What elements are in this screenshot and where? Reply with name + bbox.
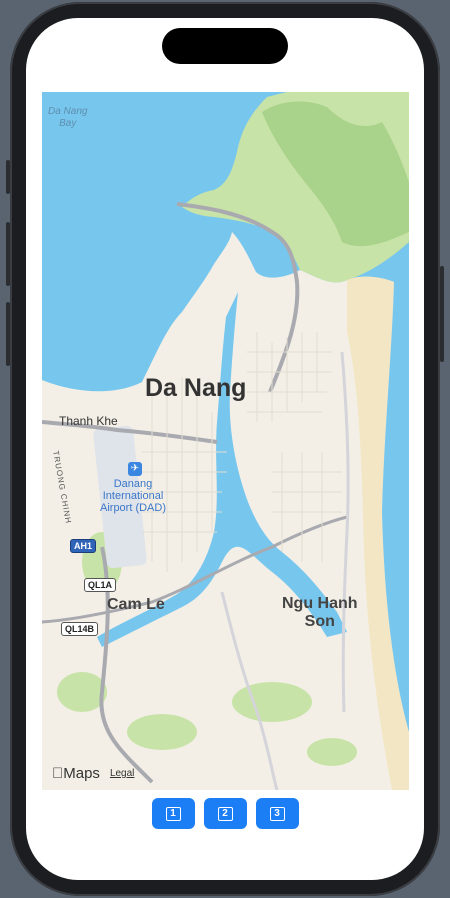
button-row: 1 2 3 xyxy=(26,798,424,829)
volume-up-button xyxy=(6,222,10,286)
button-3[interactable]: 3 xyxy=(255,798,299,829)
label-bay: Da Nang Bay xyxy=(48,106,88,129)
button-3-label: 3 xyxy=(269,806,285,821)
button-2[interactable]: 2 xyxy=(203,798,247,829)
shield-ah1: AH1 xyxy=(70,539,97,553)
volume-down-button xyxy=(6,302,10,366)
label-city: Da Nang xyxy=(145,374,247,402)
map-attribution:  Maps Legal xyxy=(52,765,134,782)
button-1[interactable]: 1 xyxy=(151,798,195,829)
airport-icon[interactable]: ✈ xyxy=(128,462,142,476)
button-1-label: 1 xyxy=(165,806,181,821)
apple-logo-icon:  xyxy=(52,765,63,782)
map-view[interactable]: Da Nang Bay Da Nang Thanh Khe ✈ Danang I… xyxy=(42,92,409,790)
action-button xyxy=(6,160,10,194)
power-button xyxy=(440,266,444,362)
map-canvas xyxy=(42,92,409,790)
dynamic-island xyxy=(162,28,288,64)
screen: Da Nang Bay Da Nang Thanh Khe ✈ Danang I… xyxy=(26,18,424,880)
maps-brand: Maps xyxy=(52,765,100,782)
label-cam-le: Cam Le xyxy=(107,596,165,613)
label-airport[interactable]: Danang International Airport (DAD) xyxy=(100,478,166,514)
shield-ql1a: QL1A xyxy=(84,578,117,592)
legal-link[interactable]: Legal xyxy=(110,768,134,779)
label-thanh-khe: Thanh Khe xyxy=(59,414,118,428)
button-2-label: 2 xyxy=(217,806,233,821)
shield-ql14b: QL14B xyxy=(61,622,99,636)
label-ngu-hanh-son: Ngu Hanh Son xyxy=(282,595,358,630)
